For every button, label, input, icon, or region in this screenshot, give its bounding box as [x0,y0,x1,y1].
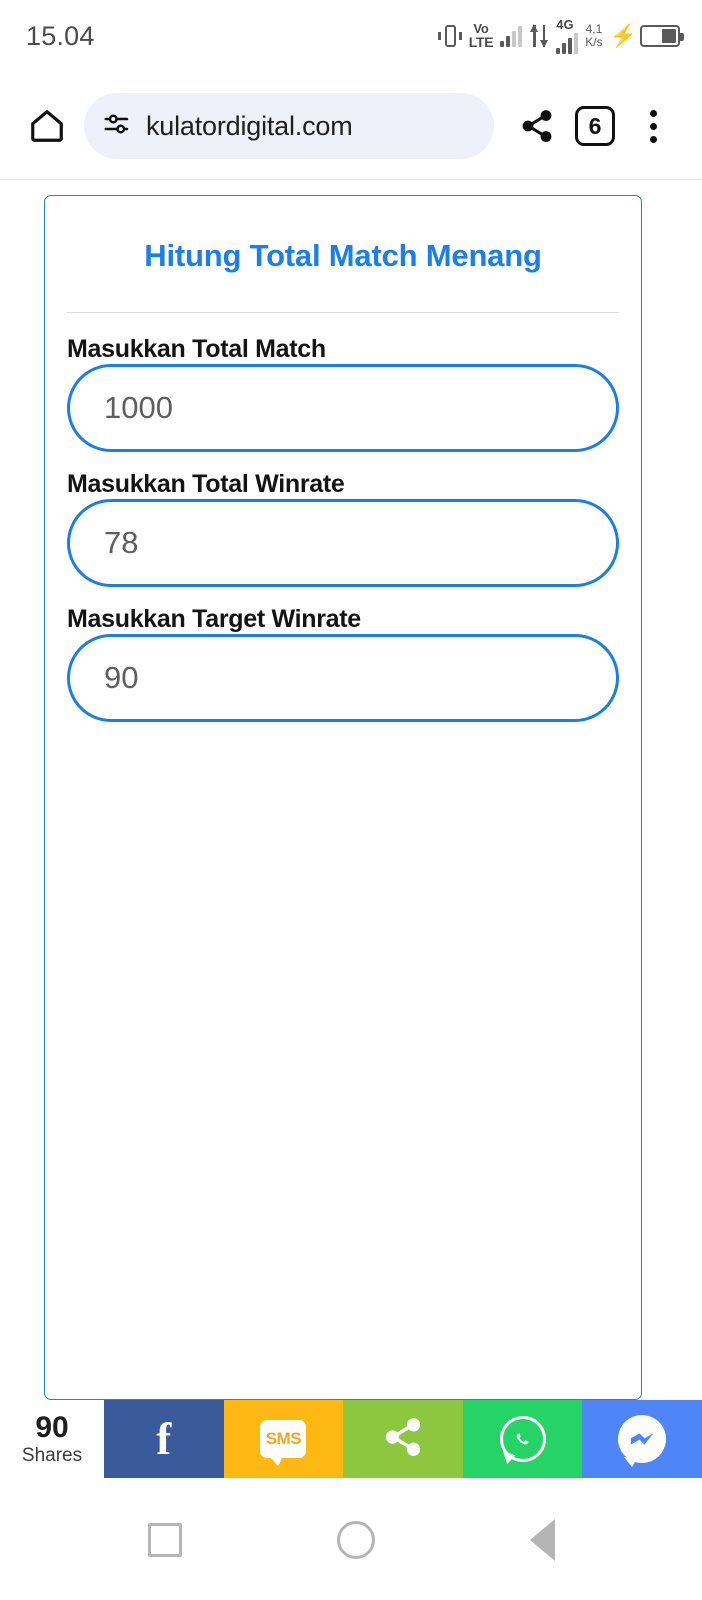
share-count-label: Shares [21,1444,83,1466]
share-sms-button[interactable]: SMS [223,1400,344,1478]
messenger-icon [618,1415,667,1467]
url-bar[interactable]: kulatordigital.com [84,93,494,159]
tab-counter-button[interactable]: 6 [566,97,624,155]
browser-toolbar: kulatordigital.com 6 [0,72,702,180]
data-transfer-icon [529,23,549,49]
phone-screen: 15.04 Vo LTE 4G 4,1 K/s ⚡ kulatordigital… [0,0,702,1600]
android-navigation-bar [0,1480,702,1600]
data-speed-unit: K/s [585,35,603,49]
battery-icon [640,25,684,47]
share-count-number: 90 [35,1411,69,1445]
share-facebook-button[interactable]: f [104,1400,224,1478]
vibrate-icon [437,23,462,49]
share-bar: 90 Shares f SMS [0,1400,702,1478]
network-type-icon: 4G [556,17,579,54]
label-total-match: Masukkan Total Match [67,335,326,363]
volte-line2: LTE [468,34,494,51]
url-text: kulatordigital.com [146,110,353,141]
share-nodes-icon [382,1416,424,1463]
share-messenger-button[interactable] [582,1400,702,1478]
signal-bars-sim2-icon [556,32,579,54]
label-total-winrate: Masukkan Total Winrate [67,470,345,498]
data-speed-indicator: 4,1 K/s [585,23,602,48]
status-bar: 15.04 Vo LTE 4G 4,1 K/s ⚡ [0,0,702,72]
back-triangle-icon[interactable] [529,1519,555,1561]
status-clock: 15.04 [26,20,95,51]
home-icon[interactable] [20,99,74,153]
title-divider [67,312,619,313]
page-title: Hitung Total Match Menang [144,238,542,273]
sms-icon-label: SMS [265,1429,302,1448]
calculator-card: Hitung Total Match Menang Masukkan Total… [44,195,642,1400]
tune-icon[interactable] [102,109,132,144]
recents-square-icon[interactable] [147,1523,182,1557]
tab-count: 6 [575,106,615,146]
home-circle-icon[interactable] [336,1521,375,1559]
share-count-block: 90 Shares [0,1400,104,1478]
whatsapp-icon [499,1416,546,1462]
volte-line1: Vo [473,21,489,37]
input-target-winrate[interactable] [67,634,619,722]
network-type-label: 4G [556,17,574,32]
input-total-winrate[interactable] [67,499,619,587]
charging-bolt-icon: ⚡ [609,23,637,48]
share-icon[interactable] [508,97,566,155]
input-total-match[interactable] [67,364,619,452]
web-page-content: Hitung Total Match Menang Masukkan Total… [0,181,702,1600]
share-whatsapp-button[interactable] [462,1400,583,1478]
label-target-winrate: Masukkan Target Winrate [67,605,361,633]
status-icon-group: Vo LTE 4G 4,1 K/s ⚡ [437,17,684,54]
sms-icon: SMS [260,1420,307,1466]
facebook-icon: f [156,1413,172,1464]
share-more-button[interactable] [343,1400,463,1478]
volte-icon: Vo LTE [469,22,494,50]
signal-bars-sim1-icon [500,25,523,47]
overflow-menu-icon[interactable] [624,97,682,155]
